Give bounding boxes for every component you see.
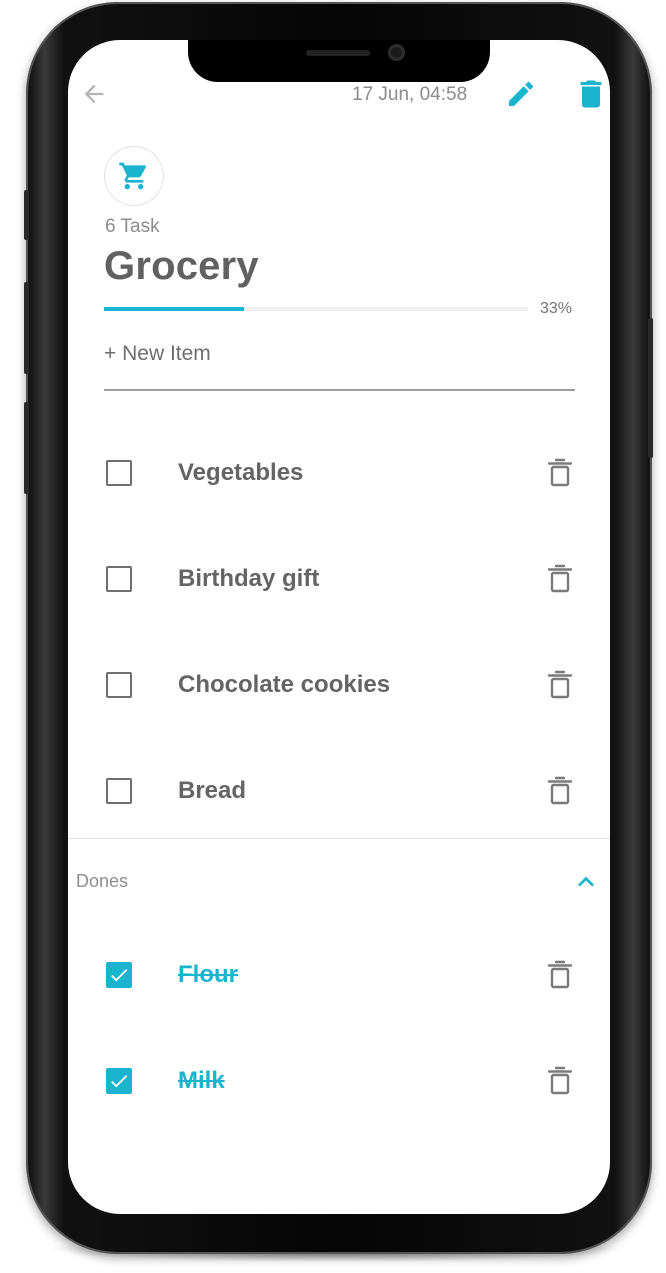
item-checkbox[interactable] <box>106 566 132 592</box>
pencil-icon[interactable] <box>505 78 537 110</box>
list-item: Vegetables <box>68 443 610 503</box>
delete-item-icon[interactable] <box>546 960 574 990</box>
delete-item-icon[interactable] <box>546 1066 574 1096</box>
volume-down-button <box>24 402 29 494</box>
item-checkbox-checked[interactable] <box>106 1068 132 1094</box>
item-label[interactable]: Flour <box>178 961 238 989</box>
dones-section-label[interactable]: Dones <box>76 871 128 892</box>
speaker-grille <box>306 50 370 56</box>
item-checkbox[interactable] <box>106 672 132 698</box>
progress-bar <box>104 307 528 311</box>
app-screen: 17 Jun, 04:58 6 Task Grocery 33% + New I… <box>68 40 610 1214</box>
item-label[interactable]: Bread <box>178 777 246 805</box>
volume-up-button <box>24 282 29 374</box>
shopping-cart-icon <box>119 162 147 190</box>
new-item-input[interactable]: + New Item <box>104 342 211 366</box>
done-item: Milk <box>68 1051 610 1111</box>
item-label[interactable]: Milk <box>178 1067 225 1095</box>
progress-fill <box>104 307 244 311</box>
delete-item-icon[interactable] <box>546 458 574 488</box>
trash-icon[interactable] <box>573 76 609 112</box>
item-label[interactable]: Birthday gift <box>178 565 319 593</box>
delete-item-icon[interactable] <box>546 670 574 700</box>
list-title: Grocery <box>104 244 259 288</box>
datetime-label: 17 Jun, 04:58 <box>352 84 468 105</box>
chevron-up-icon[interactable] <box>570 866 602 898</box>
item-checkbox[interactable] <box>106 460 132 486</box>
new-item-underline <box>104 389 575 391</box>
mute-switch <box>24 190 29 240</box>
checkmark-icon <box>111 969 128 982</box>
done-item: Flour <box>68 945 610 1005</box>
list-item: Chocolate cookies <box>68 655 610 715</box>
section-divider <box>68 838 610 839</box>
delete-item-icon[interactable] <box>546 564 574 594</box>
list-icon-badge <box>104 146 164 206</box>
notch <box>188 40 490 82</box>
item-checkbox[interactable] <box>106 778 132 804</box>
list-item: Birthday gift <box>68 549 610 609</box>
task-count: 6 Task <box>105 216 160 237</box>
arrow-back-icon[interactable] <box>80 80 108 108</box>
power-button <box>648 318 653 458</box>
checkmark-icon <box>111 1075 128 1088</box>
item-label[interactable]: Vegetables <box>178 459 303 487</box>
list-item: Bread <box>68 761 610 821</box>
item-checkbox-checked[interactable] <box>106 962 132 988</box>
front-camera <box>388 44 405 61</box>
progress-percentage: 33% <box>540 300 573 317</box>
delete-item-icon[interactable] <box>546 776 574 806</box>
item-label[interactable]: Chocolate cookies <box>178 671 390 699</box>
